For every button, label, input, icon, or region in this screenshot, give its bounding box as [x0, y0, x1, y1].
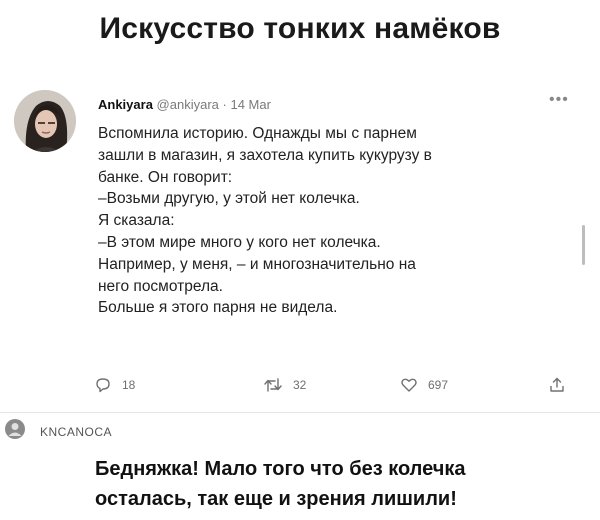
retweet-button[interactable]: 32 [263, 376, 306, 394]
reply-count: 18 [122, 378, 136, 392]
like-button[interactable]: 697 [400, 376, 448, 394]
separator: · [222, 97, 227, 112]
author-handle[interactable]: @ankiyara [157, 97, 219, 112]
tweet-line: Больше я этого парня не видела. [98, 299, 338, 317]
comment-text: Бедняжка! Мало того что без колечка оста… [95, 454, 595, 514]
tweet-line: –Возьми другую, у этой нет колечка. [98, 190, 360, 208]
retweet-count: 32 [293, 378, 307, 392]
share-button[interactable] [548, 376, 566, 394]
tweet-line: Вспомнила историю. Однажды мы с парнем [98, 125, 417, 142]
avatar-photo [14, 90, 76, 152]
tweet-line: банке. Он говорит: [98, 168, 233, 186]
tweet-header: Ankiyara @ankiyara · 14 Mar [98, 97, 271, 112]
avatar[interactable] [14, 90, 76, 152]
divider [0, 412, 600, 413]
like-count: 697 [428, 378, 449, 392]
like-icon [401, 378, 417, 392]
tweet-line: зашли в магазин, я захотела купить кукур… [98, 146, 432, 164]
retweet-icon [264, 378, 282, 392]
avatar-icon [5, 419, 25, 439]
tweet-line: Я сказала: [98, 212, 175, 230]
tweet-line: него посмотрела. [98, 277, 223, 295]
comment-author[interactable]: KNCANOCA [40, 425, 112, 439]
share-icon [550, 377, 564, 392]
comment-avatar[interactable] [4, 418, 26, 440]
comment-line: осталась, так еще и зрения лишили! [95, 488, 457, 510]
tweet-date[interactable]: 14 Mar [230, 97, 270, 112]
comment-line: Бедняжка! Мало того что без колечка [95, 458, 466, 480]
tweet-line: –В этом мире много у кого нет колечка. [98, 233, 381, 251]
tweet-text: Вспомнила историю. Однажды мы с парнем з… [98, 123, 576, 319]
tweet-line: Например, у меня, – и многозначительно н… [98, 255, 416, 273]
more-dots-icon[interactable]: ••• [549, 91, 569, 109]
tweet-card: Ankiyara @ankiyara · 14 Mar ••• Вспомнил… [0, 0, 600, 410]
tweet-actions: 18 32 697 [0, 376, 600, 402]
reply-icon [96, 378, 110, 393]
scrollbar[interactable] [582, 225, 585, 265]
reply-button[interactable]: 18 [94, 376, 135, 394]
author-name[interactable]: Ankiyara [98, 97, 153, 112]
